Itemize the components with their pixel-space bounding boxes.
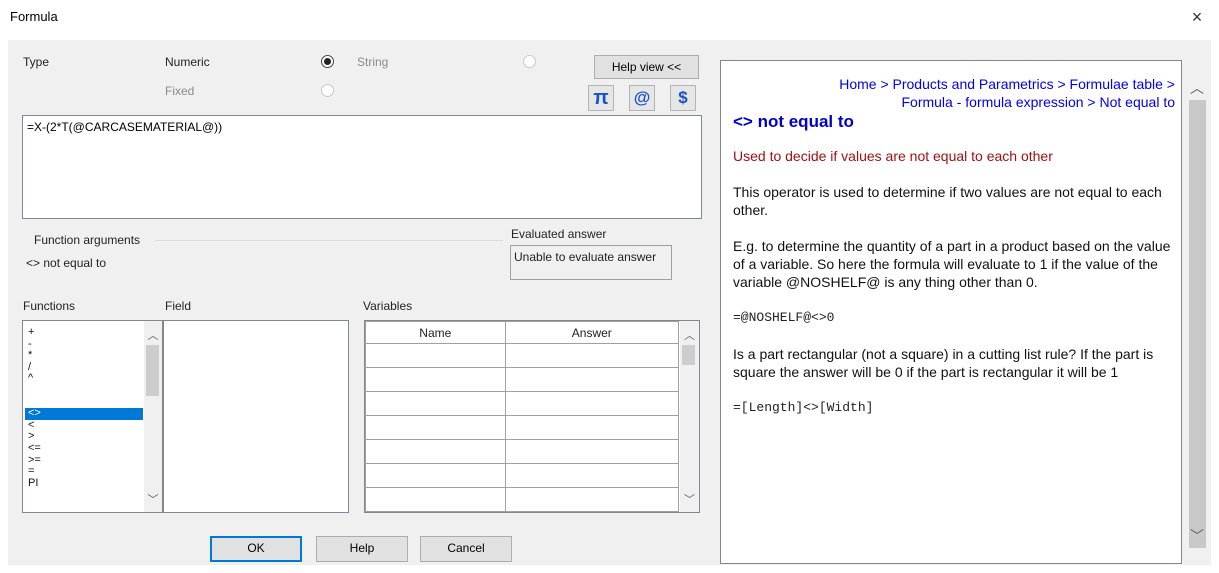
table-row[interactable] [365, 439, 680, 464]
scroll-down-icon[interactable]: ﹀ [144, 491, 162, 507]
help-code-1: =@NOSHELF@<>0 [733, 310, 835, 325]
help-panel: Home > Products and Parametrics > Formul… [720, 60, 1182, 564]
type-label: Type [23, 55, 50, 69]
help-view-button[interactable]: Help view << [594, 55, 699, 79]
list-item[interactable]: > [25, 431, 143, 443]
fixed-radio[interactable] [321, 84, 334, 97]
evaluated-answer-field: Unable to evaluate answer [510, 245, 672, 280]
list-item[interactable]: / [25, 362, 143, 374]
at-icon[interactable]: @ [629, 85, 655, 111]
variables-label: Variables [363, 299, 413, 313]
dollar-icon[interactable]: $ [670, 85, 696, 111]
evaluated-answer-label: Evaluated answer [511, 227, 607, 241]
help-button[interactable]: Help [316, 536, 408, 562]
list-item[interactable]: * [25, 350, 143, 362]
numeric-label: Numeric [165, 55, 210, 69]
help-summary: Used to decide if values are not equal t… [733, 148, 1053, 164]
scroll-down-icon[interactable]: ﹀ [680, 491, 699, 507]
functions-listbox[interactable]: + - * / ^ ^ ^ <> < > <= >= = PI ︿ ﹀ [22, 320, 163, 513]
breadcrumb-line-2[interactable]: Formula - formula expression > Not equal… [733, 93, 1175, 111]
table-row[interactable] [365, 487, 680, 512]
numeric-radio[interactable] [321, 55, 334, 68]
functions-label: Functions [23, 299, 76, 313]
pi-icon[interactable]: π [588, 85, 614, 111]
table-row[interactable] [365, 343, 680, 368]
list-item[interactable]: - [25, 339, 143, 351]
breadcrumb[interactable]: Home > Products and Parametrics > Formul… [733, 75, 1179, 111]
help-paragraph-2: E.g. to determine the quantity of a part… [733, 238, 1171, 290]
scroll-thumb[interactable] [146, 345, 159, 396]
help-scrollbar[interactable]: ︿ ﹀ [1183, 60, 1211, 564]
field-listbox[interactable] [163, 320, 349, 513]
list-item[interactable]: PI [25, 478, 143, 490]
help-paragraph-3: Is a part rectangular (not a square) in … [733, 346, 1154, 380]
list-item-selected[interactable]: <> [25, 408, 143, 420]
function-arguments-value: <> not equal to [26, 256, 107, 270]
formula-input[interactable]: =X-(2*T(@CARCASEMATERIAL@)) [22, 115, 702, 219]
list-item[interactable]: <= [25, 443, 143, 455]
functions-list: + - * / ^ ^ ^ <> < > <= >= = PI [25, 327, 143, 489]
window-title: Formula [10, 9, 58, 24]
scroll-thumb[interactable] [1189, 100, 1206, 548]
function-arguments-label: Function arguments [34, 233, 141, 247]
ok-button[interactable]: OK [210, 536, 302, 562]
scroll-thumb[interactable] [682, 345, 695, 365]
list-item[interactable]: < [25, 420, 143, 432]
list-item[interactable]: + [25, 327, 143, 339]
variables-grid[interactable]: Name Answer ︿ ﹀ [364, 320, 700, 513]
variables-table: Name Answer [365, 321, 680, 512]
string-label: String [357, 55, 389, 69]
fixed-label: Fixed [165, 84, 195, 98]
help-paragraph-1: This operator is used to determine if tw… [733, 184, 1162, 218]
breadcrumb-line-1[interactable]: Home > Products and Parametrics > Formul… [733, 75, 1175, 93]
answer-column-header[interactable]: Answer [504, 321, 680, 344]
group-divider [155, 240, 503, 241]
field-label: Field [165, 299, 192, 313]
name-column-header[interactable]: Name [365, 321, 506, 344]
scroll-up-icon[interactable]: ︿ [144, 327, 162, 343]
scroll-down-icon[interactable]: ﹀ [1183, 526, 1211, 546]
cancel-button[interactable]: Cancel [420, 536, 512, 562]
list-item[interactable]: = [25, 466, 143, 478]
string-radio[interactable] [523, 55, 536, 68]
help-title: <> not equal to [733, 112, 854, 131]
help-content: Home > Products and Parametrics > Formul… [733, 75, 1179, 417]
functions-scrollbar[interactable]: ︿ ﹀ [144, 321, 162, 512]
help-code-2: =[Length]<>[Width] [733, 400, 874, 415]
table-row[interactable] [365, 391, 680, 416]
table-row[interactable] [365, 415, 680, 440]
variables-scrollbar[interactable]: ︿ ﹀ [680, 321, 699, 512]
scroll-up-icon[interactable]: ︿ [1183, 78, 1211, 98]
formula-text: =X-(2*T(@CARCASEMATERIAL@)) [27, 120, 223, 134]
scroll-up-icon[interactable]: ︿ [680, 327, 699, 343]
table-row[interactable] [365, 463, 680, 488]
list-item[interactable]: >= [25, 455, 143, 467]
list-item[interactable]: ^ [25, 373, 143, 385]
title-bar [0, 0, 1219, 32]
evaluated-answer-value: Unable to evaluate answer [514, 250, 657, 264]
close-icon[interactable]: × [1186, 6, 1208, 28]
table-row[interactable] [365, 367, 680, 392]
